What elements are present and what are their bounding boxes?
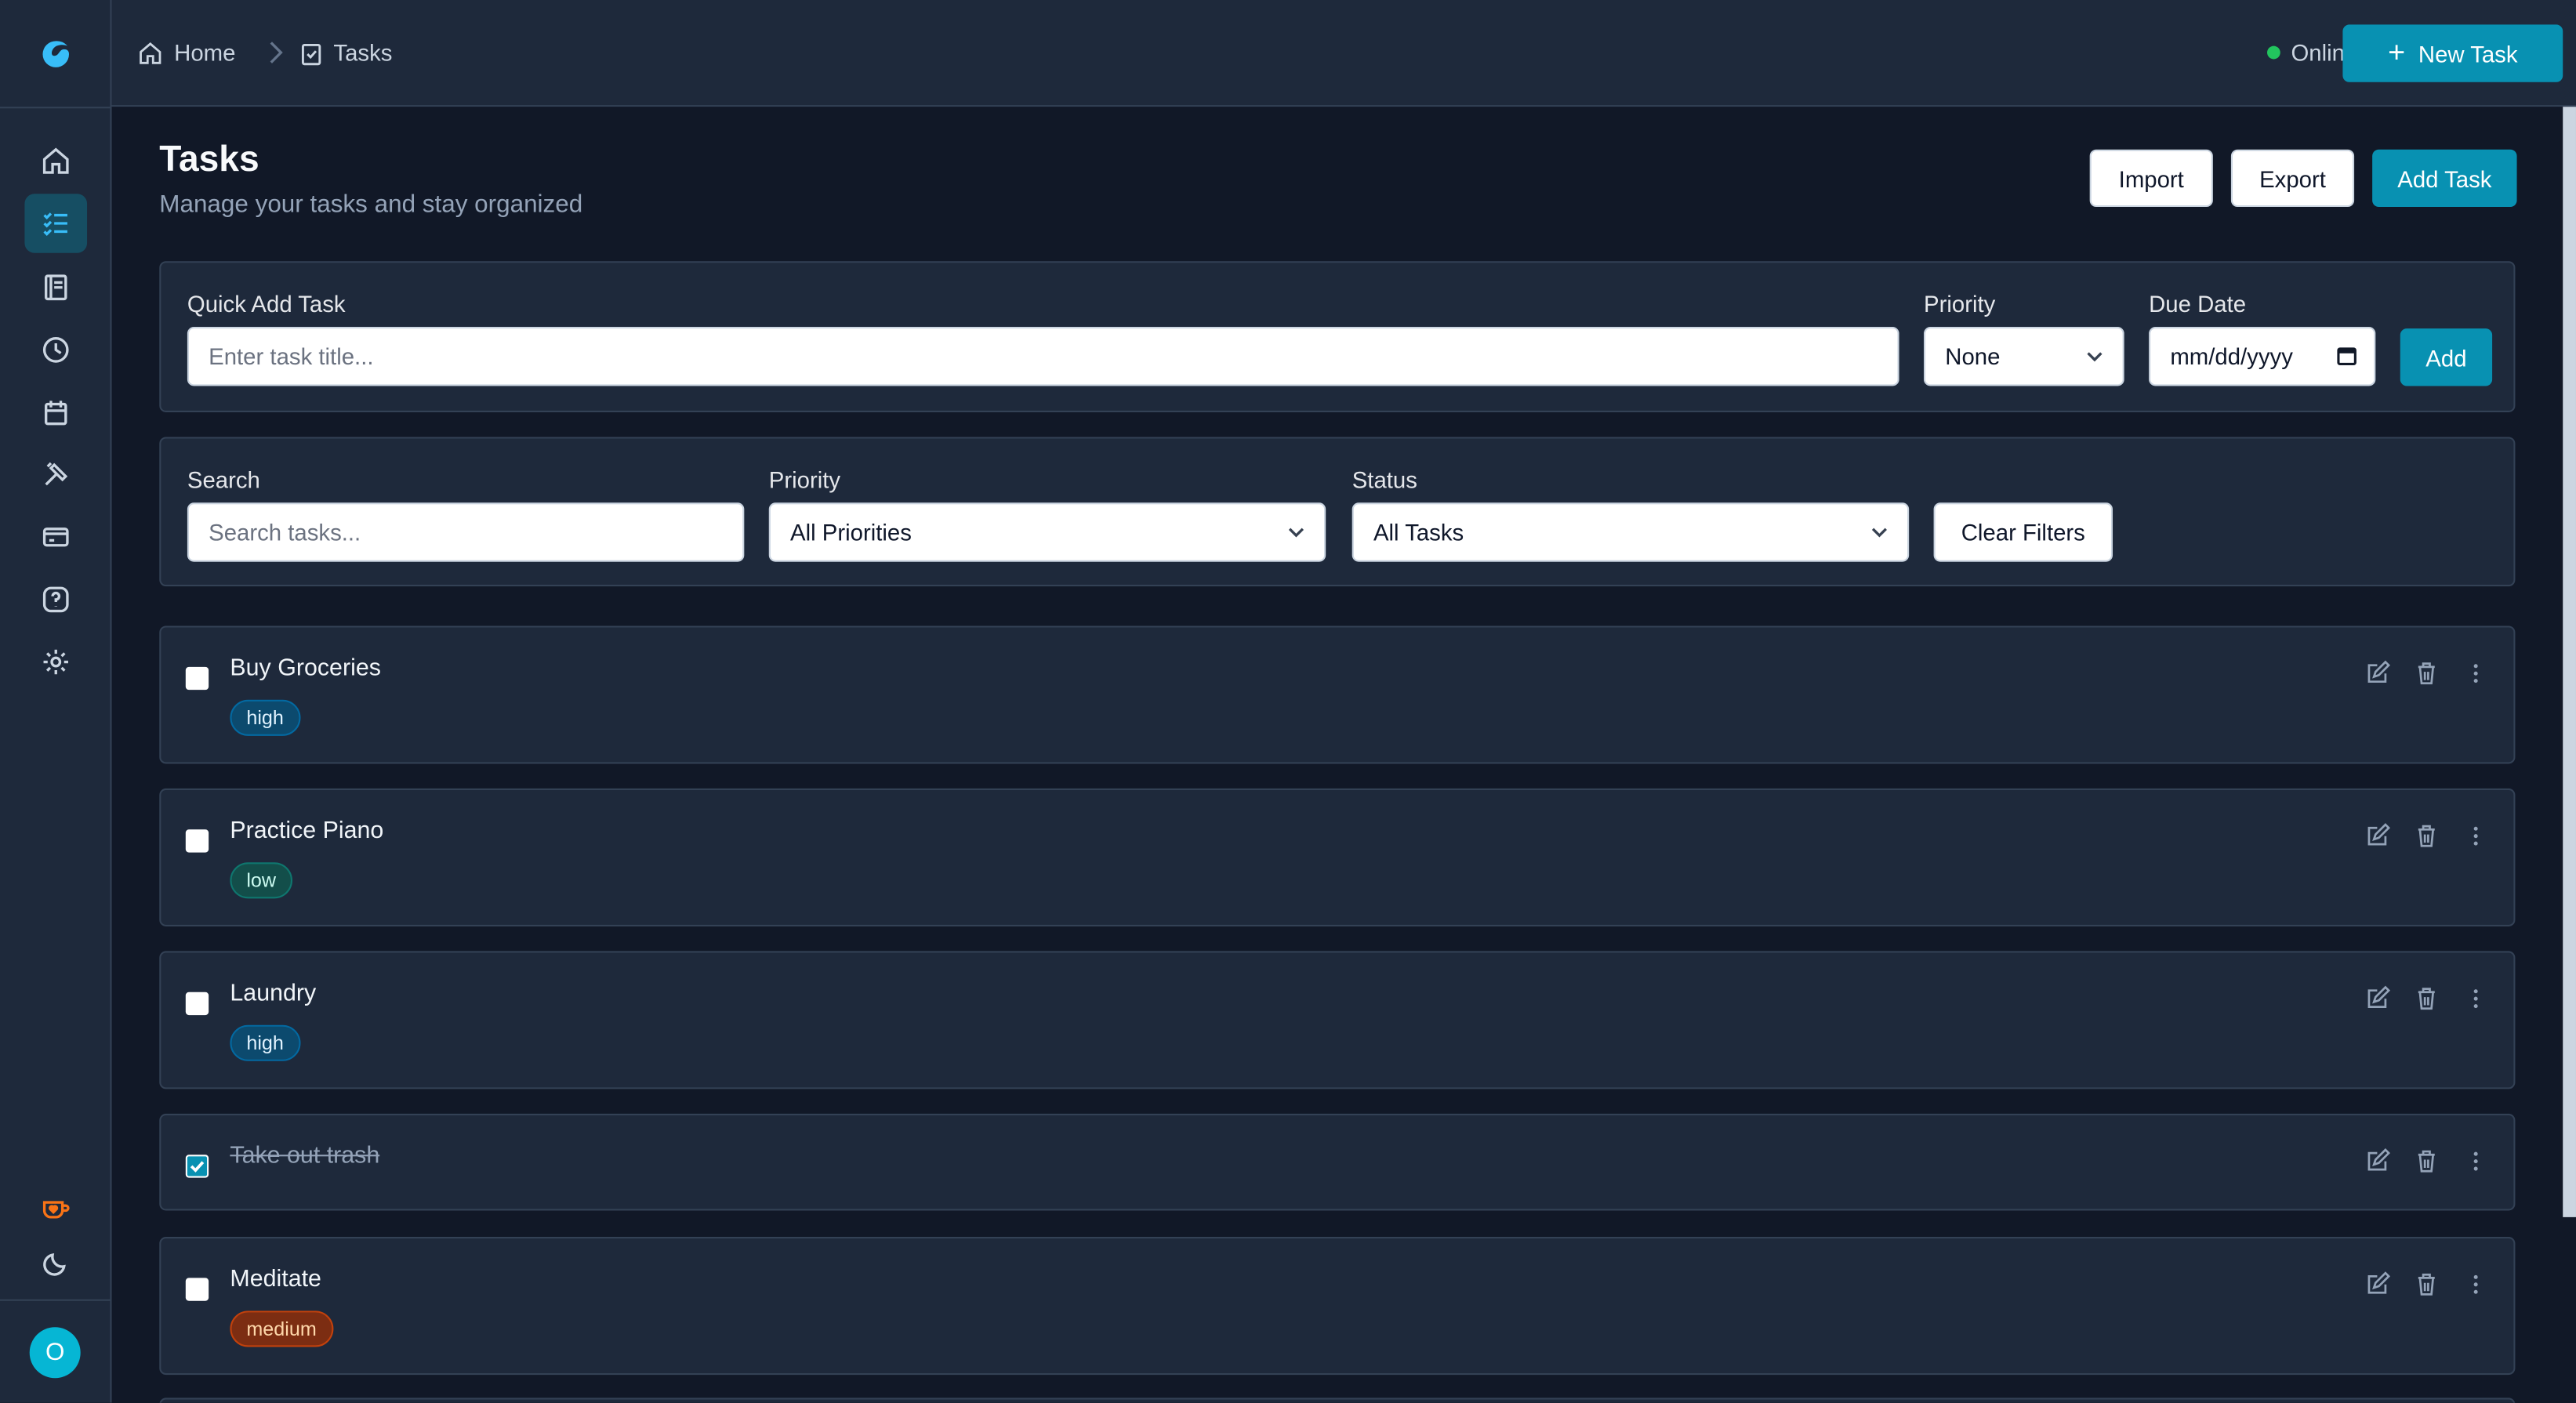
edit-icon[interactable]: [2364, 660, 2391, 687]
coffee-heart-icon[interactable]: [24, 1180, 87, 1238]
quick-priority-label: Priority: [1924, 290, 1996, 317]
task-actions: [2364, 823, 2489, 850]
task-item[interactable]: Buy Groceries high: [159, 625, 2516, 764]
export-button[interactable]: Export: [2230, 149, 2355, 208]
calendar-icon[interactable]: [24, 382, 87, 441]
task-checkbox[interactable]: [185, 1278, 209, 1301]
priority-badge: high: [230, 699, 300, 736]
quick-priority-value: None: [1945, 343, 2001, 370]
add-task-button[interactable]: Add Task: [2372, 149, 2517, 208]
clock-icon[interactable]: [24, 321, 87, 379]
breadcrumb-tasks-label: Tasks: [333, 39, 393, 66]
dark-mode-moon-icon[interactable]: [24, 1234, 87, 1292]
more-vertical-icon[interactable]: [2462, 660, 2489, 687]
breadcrumb-tasks[interactable]: Tasks: [301, 0, 393, 105]
filters-panel: Search Search tasks... Priority All Prio…: [159, 437, 2516, 587]
trash-icon[interactable]: [2414, 1271, 2440, 1298]
quick-add-label: Quick Add Task: [187, 290, 346, 317]
plus-icon: +: [2388, 36, 2406, 70]
notebook-icon[interactable]: [24, 258, 87, 317]
task-actions: [2364, 985, 2489, 1012]
task-title: Buy Groceries: [230, 655, 381, 682]
task-title: Practice Piano: [230, 818, 384, 845]
trash-icon[interactable]: [2414, 660, 2440, 687]
due-date-placeholder: mm/dd/yyyy: [2170, 343, 2293, 370]
task-title: Laundry: [230, 981, 317, 1007]
trash-icon[interactable]: [2414, 1148, 2440, 1175]
clear-filters-button[interactable]: Clear Filters: [1933, 502, 2113, 562]
settings-gear-icon[interactable]: [24, 633, 87, 691]
filter-priority-label: Priority: [768, 466, 841, 493]
quick-add-button[interactable]: Add: [2400, 328, 2493, 386]
help-icon[interactable]: [24, 570, 87, 629]
online-dot-icon: [2266, 45, 2280, 60]
top-bar: Home Tasks Online + New Task: [111, 0, 2576, 107]
checkmark-icon: [190, 1161, 205, 1173]
more-vertical-icon[interactable]: [2462, 985, 2489, 1012]
task-actions: [2364, 660, 2489, 687]
task-item[interactable]: Laundry high: [159, 951, 2516, 1089]
more-vertical-icon[interactable]: [2462, 823, 2489, 850]
scrollbar[interactable]: [2563, 107, 2576, 1217]
more-vertical-icon[interactable]: [2462, 1271, 2489, 1298]
search-input[interactable]: Search tasks...: [187, 502, 745, 562]
new-task-label: New Task: [2418, 40, 2518, 67]
page-title: Tasks: [159, 138, 259, 179]
app-logo-icon[interactable]: [0, 0, 111, 109]
chevron-right-icon: [270, 42, 283, 63]
search-label: Search: [187, 466, 260, 493]
quick-add-input[interactable]: Enter task title...: [187, 327, 1899, 386]
more-vertical-icon[interactable]: [2462, 1148, 2489, 1175]
task-item[interactable]: Meditate medium: [159, 1237, 2516, 1376]
task-actions: [2364, 1148, 2489, 1175]
sidebar-divider: [0, 1299, 111, 1301]
edit-icon[interactable]: [2364, 1148, 2391, 1175]
credit-card-icon[interactable]: [24, 508, 87, 567]
filter-priority-select[interactable]: All Priorities: [768, 502, 1326, 562]
chevron-down-icon: [1871, 527, 1888, 538]
task-checkbox[interactable]: [185, 992, 209, 1016]
calendar-icon[interactable]: [2336, 345, 2357, 366]
task-title: Take out trash: [230, 1143, 380, 1170]
task-item[interactable]: Practice Piano low: [159, 788, 2516, 926]
task-checkbox-checked[interactable]: [185, 1155, 209, 1178]
tasks-list-icon[interactable]: [24, 194, 88, 253]
edit-icon[interactable]: [2364, 1271, 2391, 1298]
filter-status-select[interactable]: All Tasks: [1351, 502, 1910, 562]
new-task-button[interactable]: + New Task: [2342, 24, 2563, 82]
breadcrumb-home-label: Home: [174, 39, 236, 66]
import-button[interactable]: Import: [2089, 149, 2213, 208]
trash-icon[interactable]: [2414, 985, 2440, 1012]
main-content: Tasks Manage your tasks and stay organiz…: [111, 107, 2563, 1403]
task-actions: [2364, 1271, 2489, 1298]
tools-icon[interactable]: [24, 445, 87, 504]
task-checkbox[interactable]: [185, 829, 209, 853]
filter-status-label: Status: [1351, 466, 1417, 493]
breadcrumb-home[interactable]: Home: [138, 0, 235, 105]
page-subtitle: Manage your tasks and stay organized: [159, 190, 583, 219]
priority-badge: low: [230, 862, 293, 899]
sidebar: O: [0, 0, 112, 1403]
task-item-completed[interactable]: Take out trash: [159, 1113, 2516, 1211]
due-date-label: Due Date: [2149, 290, 2247, 317]
clipboard-check-icon: [301, 42, 321, 65]
edit-icon[interactable]: [2364, 985, 2391, 1012]
priority-badge: medium: [230, 1311, 333, 1347]
home-icon: [140, 41, 161, 63]
edit-icon[interactable]: [2364, 823, 2391, 850]
quick-priority-select[interactable]: None: [1924, 327, 2124, 386]
task-checkbox[interactable]: [185, 666, 209, 691]
user-avatar[interactable]: O: [29, 1327, 81, 1379]
quick-add-panel: Quick Add Task Enter task title... Prior…: [159, 261, 2516, 413]
task-item-partial[interactable]: [159, 1398, 2516, 1403]
filter-priority-value: All Priorities: [790, 519, 912, 546]
filter-status-value: All Tasks: [1373, 519, 1464, 546]
trash-icon[interactable]: [2414, 823, 2440, 850]
priority-badge: high: [230, 1024, 300, 1061]
chevron-down-icon: [2087, 352, 2103, 362]
chevron-down-icon: [1288, 527, 1304, 538]
due-date-input[interactable]: mm/dd/yyyy: [2149, 327, 2376, 386]
home-icon[interactable]: [24, 132, 87, 190]
task-title: Meditate: [230, 1266, 321, 1293]
